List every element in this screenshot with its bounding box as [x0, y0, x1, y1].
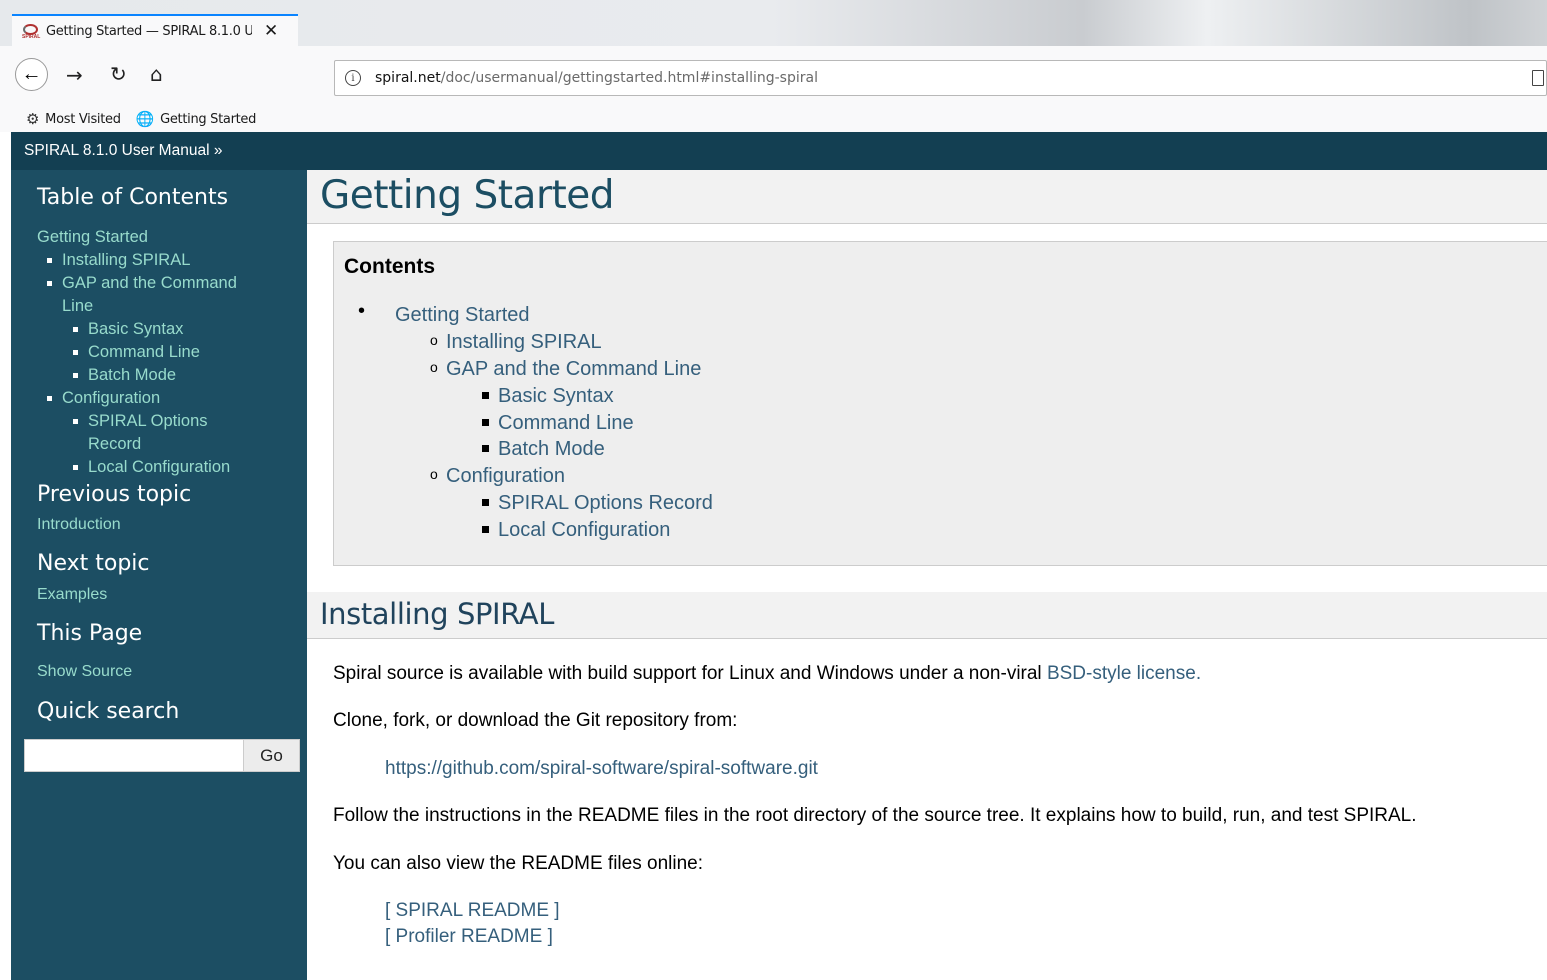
- reload-button[interactable]: ↻: [110, 62, 127, 86]
- arrow-left-icon: ←: [21, 63, 42, 85]
- contents-square-bullet: [482, 445, 489, 452]
- quick-search-heading: Quick search: [37, 699, 180, 724]
- contents-link-batch-mode[interactable]: Batch Mode: [498, 438, 605, 461]
- next-topic-link[interactable]: Examples: [37, 586, 107, 604]
- contents-square-bullet: [482, 526, 489, 533]
- toc-link-gap-cont[interactable]: Line: [62, 297, 93, 315]
- toc-link-gap[interactable]: GAP and the Command: [62, 274, 237, 292]
- quick-search-form: Go: [24, 739, 301, 772]
- toc-link-basic-syntax[interactable]: Basic Syntax: [88, 320, 183, 338]
- contents-link-gap[interactable]: GAP and the Command Line: [446, 358, 701, 381]
- globe-icon: 🌐: [135, 110, 155, 128]
- spiral-readme-link[interactable]: [ SPIRAL README ]: [385, 900, 560, 922]
- show-source-link[interactable]: Show Source: [37, 663, 132, 681]
- contents-heading: Contents: [344, 255, 435, 278]
- instructions-paragraph: Follow the instructions in the README fi…: [333, 805, 1417, 826]
- browser-tab[interactable]: SPIRAL Getting Started — SPIRAL 8.1.0 Us…: [12, 14, 298, 46]
- contents-link-installing[interactable]: Installing SPIRAL: [446, 331, 602, 354]
- readme-paragraph: You can also view the README files onlin…: [333, 853, 703, 874]
- contents-link-configuration[interactable]: Configuration: [446, 465, 565, 488]
- bookmark-label: Getting Started: [160, 111, 257, 127]
- bookmarks-toolbar: ⚙ Most Visited 🌐 Getting Started: [0, 106, 1547, 132]
- contents-circle-bullet: o: [430, 332, 438, 348]
- toc-link-getting-started[interactable]: Getting Started: [37, 228, 148, 246]
- contents-link-basic-syntax[interactable]: Basic Syntax: [498, 385, 614, 408]
- bookmark-most-visited[interactable]: ⚙ Most Visited: [26, 110, 121, 128]
- bookmark-label: Most Visited: [45, 111, 121, 127]
- contents-square-bullet: [482, 419, 489, 426]
- back-button[interactable]: ←: [15, 58, 48, 91]
- close-tab-icon[interactable]: ✕: [264, 21, 278, 41]
- contents-square-bullet: [482, 499, 489, 506]
- previous-topic-link[interactable]: Introduction: [37, 516, 121, 534]
- sidebar-toc: Getting Started Installing SPIRAL GAP an…: [37, 226, 297, 479]
- repo-link[interactable]: https://github.com/spiral-software/spira…: [385, 758, 818, 780]
- clone-paragraph: Clone, fork, or download the Git reposit…: [333, 710, 738, 731]
- spiral-favicon-icon: SPIRAL: [22, 23, 40, 40]
- section-heading: Installing SPIRAL: [307, 592, 1547, 639]
- tab-title: Getting Started — SPIRAL 8.1.0 User Manu…: [46, 23, 252, 39]
- contents-circle-bullet: o: [430, 359, 438, 375]
- forward-button[interactable]: →: [66, 63, 83, 87]
- contents-circle-bullet: o: [430, 466, 438, 482]
- home-button[interactable]: ⌂: [150, 62, 163, 86]
- url-domain: spiral.net: [375, 70, 441, 86]
- license-text: Spiral source is available with build su…: [333, 663, 1047, 684]
- main-content: Getting Started Contents • Getting Start…: [307, 170, 1547, 980]
- toc-link-installing[interactable]: Installing SPIRAL: [62, 251, 190, 269]
- manual-home-link[interactable]: SPIRAL 8.1.0 User Manual »: [24, 142, 222, 159]
- toc-link-batch-mode[interactable]: Batch Mode: [88, 366, 176, 384]
- toc-heading: Table of Contents: [37, 185, 229, 210]
- toc-link-options[interactable]: SPIRAL Options: [88, 412, 208, 430]
- next-topic-heading: Next topic: [37, 551, 150, 576]
- toc-link-configuration[interactable]: Configuration: [62, 389, 160, 407]
- contents-link-options[interactable]: SPIRAL Options Record: [498, 492, 713, 515]
- reader-view-icon[interactable]: [1532, 70, 1544, 86]
- sidebar: Table of Contents Getting Started Instal…: [11, 170, 307, 980]
- previous-topic-heading: Previous topic: [37, 482, 192, 507]
- contents-link-command-line[interactable]: Command Line: [498, 412, 634, 435]
- gear-icon: ⚙: [26, 110, 40, 128]
- license-paragraph: Spiral source is available with build su…: [333, 663, 1201, 685]
- profiler-readme-link[interactable]: [ Profiler README ]: [385, 926, 553, 948]
- bsd-license-link[interactable]: BSD-style license.: [1047, 663, 1201, 684]
- url-path: /doc/usermanual/gettingstarted.html#inst…: [440, 70, 818, 86]
- contents-box: Contents • Getting Started o Installing …: [333, 241, 1547, 566]
- info-icon[interactable]: i: [345, 70, 361, 86]
- contents-square-bullet: [482, 392, 489, 399]
- contents-link-local-config[interactable]: Local Configuration: [498, 519, 670, 542]
- page-left-margin: [0, 132, 11, 980]
- tab-strip: SPIRAL Getting Started — SPIRAL 8.1.0 Us…: [0, 0, 1547, 46]
- go-button[interactable]: Go: [244, 739, 300, 772]
- toc-link-command-line[interactable]: Command Line: [88, 343, 200, 361]
- page-title: Getting Started: [307, 170, 1547, 224]
- bookmark-getting-started[interactable]: 🌐 Getting Started: [135, 110, 257, 128]
- this-page-heading: This Page: [37, 621, 143, 646]
- url-bar[interactable]: i spiral.net/doc/usermanual/gettingstart…: [334, 60, 1547, 96]
- toc-link-options-cont[interactable]: Record: [88, 435, 141, 453]
- contents-link-getting-started[interactable]: Getting Started: [395, 304, 530, 327]
- search-input[interactable]: [24, 739, 244, 772]
- related-bar: SPIRAL 8.1.0 User Manual »: [11, 132, 1547, 170]
- toc-link-local-config[interactable]: Local Configuration: [88, 458, 230, 476]
